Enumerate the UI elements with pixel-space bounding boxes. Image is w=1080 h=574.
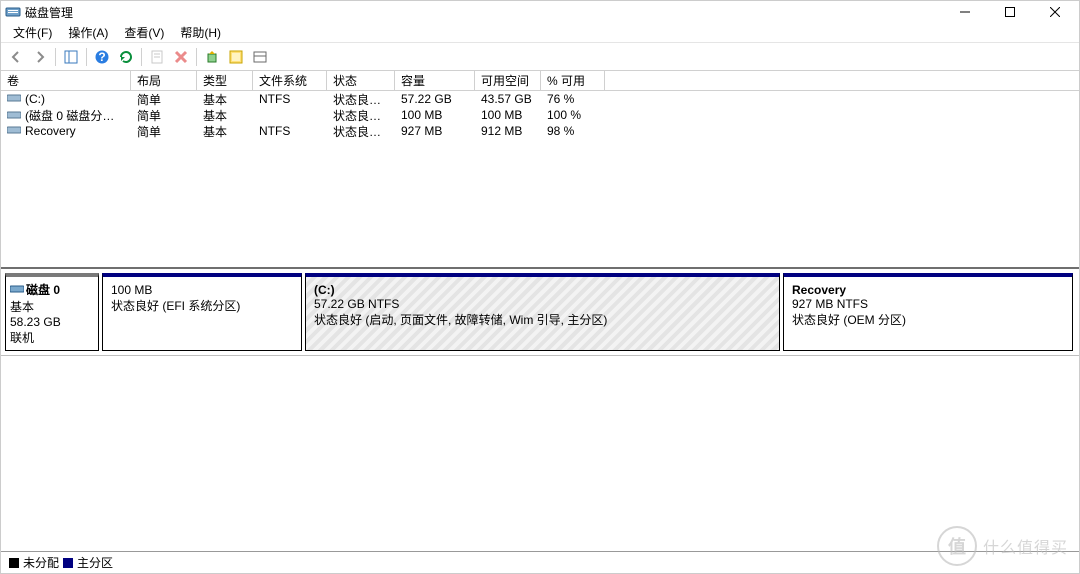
action-button-1[interactable]	[201, 46, 223, 68]
volume-pctfree: 100 %	[541, 108, 605, 122]
legend-swatch-primary	[63, 558, 73, 568]
maximize-button[interactable]	[987, 1, 1032, 23]
forward-button	[29, 46, 51, 68]
action-button-3[interactable]	[249, 46, 271, 68]
toolbar-separator	[196, 48, 197, 66]
volume-free: 912 MB	[475, 124, 541, 138]
partition-title: Recovery	[792, 283, 1064, 297]
volume-list-header: 卷 布局 类型 文件系统 状态 容量 可用空间 % 可用	[1, 71, 1079, 91]
partitions-container: 100 MB状态良好 (EFI 系统分区)(C:)57.22 GB NTFS状态…	[102, 273, 1073, 351]
volume-type: 基本	[197, 107, 253, 124]
legend-unallocated: 未分配	[23, 554, 59, 571]
toolbar-separator	[86, 48, 87, 66]
col-pctfree[interactable]: % 可用	[541, 71, 605, 90]
volume-icon	[7, 109, 23, 121]
refresh-button[interactable]	[115, 46, 137, 68]
volume-name: (磁盘 0 磁盘分区 1)	[25, 109, 128, 123]
menu-help[interactable]: 帮助(H)	[172, 22, 229, 43]
blank-area	[1, 356, 1079, 551]
col-capacity[interactable]: 容量	[395, 71, 475, 90]
window-controls	[942, 1, 1077, 23]
minimize-button[interactable]	[942, 1, 987, 23]
partition-size: 927 MB NTFS	[792, 297, 1064, 311]
toolbar: ?	[1, 43, 1079, 71]
help-button[interactable]: ?	[91, 46, 113, 68]
table-row[interactable]: (磁盘 0 磁盘分区 1)简单基本状态良好 (...100 MB100 MB10…	[1, 107, 1079, 123]
menu-file[interactable]: 文件(F)	[5, 22, 60, 43]
disk-info-panel[interactable]: 磁盘 0 基本 58.23 GB 联机	[5, 273, 99, 351]
svg-text:?: ?	[98, 50, 105, 64]
legend-primary: 主分区	[77, 554, 113, 571]
disk-mgmt-icon	[5, 4, 21, 20]
volume-free: 100 MB	[475, 108, 541, 122]
volume-status: 状态良好 (...	[327, 123, 395, 140]
partition-block[interactable]: (C:)57.22 GB NTFS状态良好 (启动, 页面文件, 故障转储, W…	[305, 273, 780, 351]
volume-layout: 简单	[131, 107, 197, 124]
disk-name: 磁盘 0	[26, 281, 60, 298]
volume-list: 卷 布局 类型 文件系统 状态 容量 可用空间 % 可用 (C:)简单基本NTF…	[1, 71, 1079, 269]
volume-capacity: 100 MB	[395, 108, 475, 122]
volume-filesystem: NTFS	[253, 124, 327, 138]
volume-free: 43.57 GB	[475, 92, 541, 106]
legend-swatch-unallocated	[9, 558, 19, 568]
volume-status: 状态良好 (...	[327, 91, 395, 108]
volume-layout: 简单	[131, 91, 197, 108]
properties-button	[146, 46, 168, 68]
volume-layout: 简单	[131, 123, 197, 140]
disk-capacity: 58.23 GB	[10, 315, 94, 329]
partition-block[interactable]: 100 MB状态良好 (EFI 系统分区)	[102, 273, 302, 351]
table-row[interactable]: (C:) 简单基本NTFS状态良好 (...57.22 GB43.57 GB76 …	[1, 91, 1079, 107]
volume-capacity: 927 MB	[395, 124, 475, 138]
menu-action[interactable]: 操作(A)	[60, 22, 116, 43]
partition-size: 57.22 GB NTFS	[314, 297, 771, 311]
menubar: 文件(F) 操作(A) 查看(V) 帮助(H)	[1, 23, 1079, 43]
volume-pctfree: 98 %	[541, 124, 605, 138]
volume-icon	[7, 124, 23, 136]
disk-type: 基本	[10, 298, 94, 315]
volume-pctfree: 76 %	[541, 92, 605, 106]
volume-rows: (C:)简单基本NTFS状态良好 (...57.22 GB43.57 GB76 …	[1, 91, 1079, 139]
col-volume[interactable]: 卷	[1, 71, 131, 90]
action-button-2[interactable]	[225, 46, 247, 68]
volume-name: Recovery	[25, 124, 76, 138]
toolbar-separator	[141, 48, 142, 66]
volume-capacity: 57.22 GB	[395, 92, 475, 106]
close-button[interactable]	[1032, 1, 1077, 23]
partition-block[interactable]: Recovery927 MB NTFS状态良好 (OEM 分区)	[783, 273, 1073, 351]
partition-title: (C:)	[314, 283, 771, 297]
partition-status: 状态良好 (EFI 系统分区)	[111, 297, 293, 314]
col-free[interactable]: 可用空间	[475, 71, 541, 90]
partition-status: 状态良好 (启动, 页面文件, 故障转储, Wim 引导, 主分区)	[314, 311, 771, 328]
legend: 未分配 主分区	[1, 551, 1079, 573]
toolbar-separator	[55, 48, 56, 66]
col-type[interactable]: 类型	[197, 71, 253, 90]
volume-type: 基本	[197, 91, 253, 108]
col-filesys[interactable]: 文件系统	[253, 71, 327, 90]
volume-filesystem: NTFS	[253, 92, 327, 106]
volume-status: 状态良好 (...	[327, 107, 395, 124]
volume-icon	[7, 92, 23, 104]
col-status[interactable]: 状态	[327, 71, 395, 90]
menu-view[interactable]: 查看(V)	[116, 22, 172, 43]
disk-header: 磁盘 0	[10, 281, 94, 298]
show-hide-tree-button[interactable]	[60, 46, 82, 68]
window-title: 磁盘管理	[25, 4, 942, 21]
col-layout[interactable]: 布局	[131, 71, 197, 90]
disk-state: 联机	[10, 329, 94, 346]
delete-button	[170, 46, 192, 68]
partition-size: 100 MB	[111, 283, 293, 297]
back-button	[5, 46, 27, 68]
volume-name: (C:)	[25, 92, 45, 106]
table-row[interactable]: Recovery 简单基本NTFS状态良好 (...927 MB912 MB98 …	[1, 123, 1079, 139]
partition-status: 状态良好 (OEM 分区)	[792, 311, 1064, 328]
graphical-view: 磁盘 0 基本 58.23 GB 联机 100 MB状态良好 (EFI 系统分区…	[1, 269, 1079, 356]
disk-icon	[10, 283, 24, 297]
titlebar: 磁盘管理	[1, 1, 1079, 23]
volume-type: 基本	[197, 123, 253, 140]
